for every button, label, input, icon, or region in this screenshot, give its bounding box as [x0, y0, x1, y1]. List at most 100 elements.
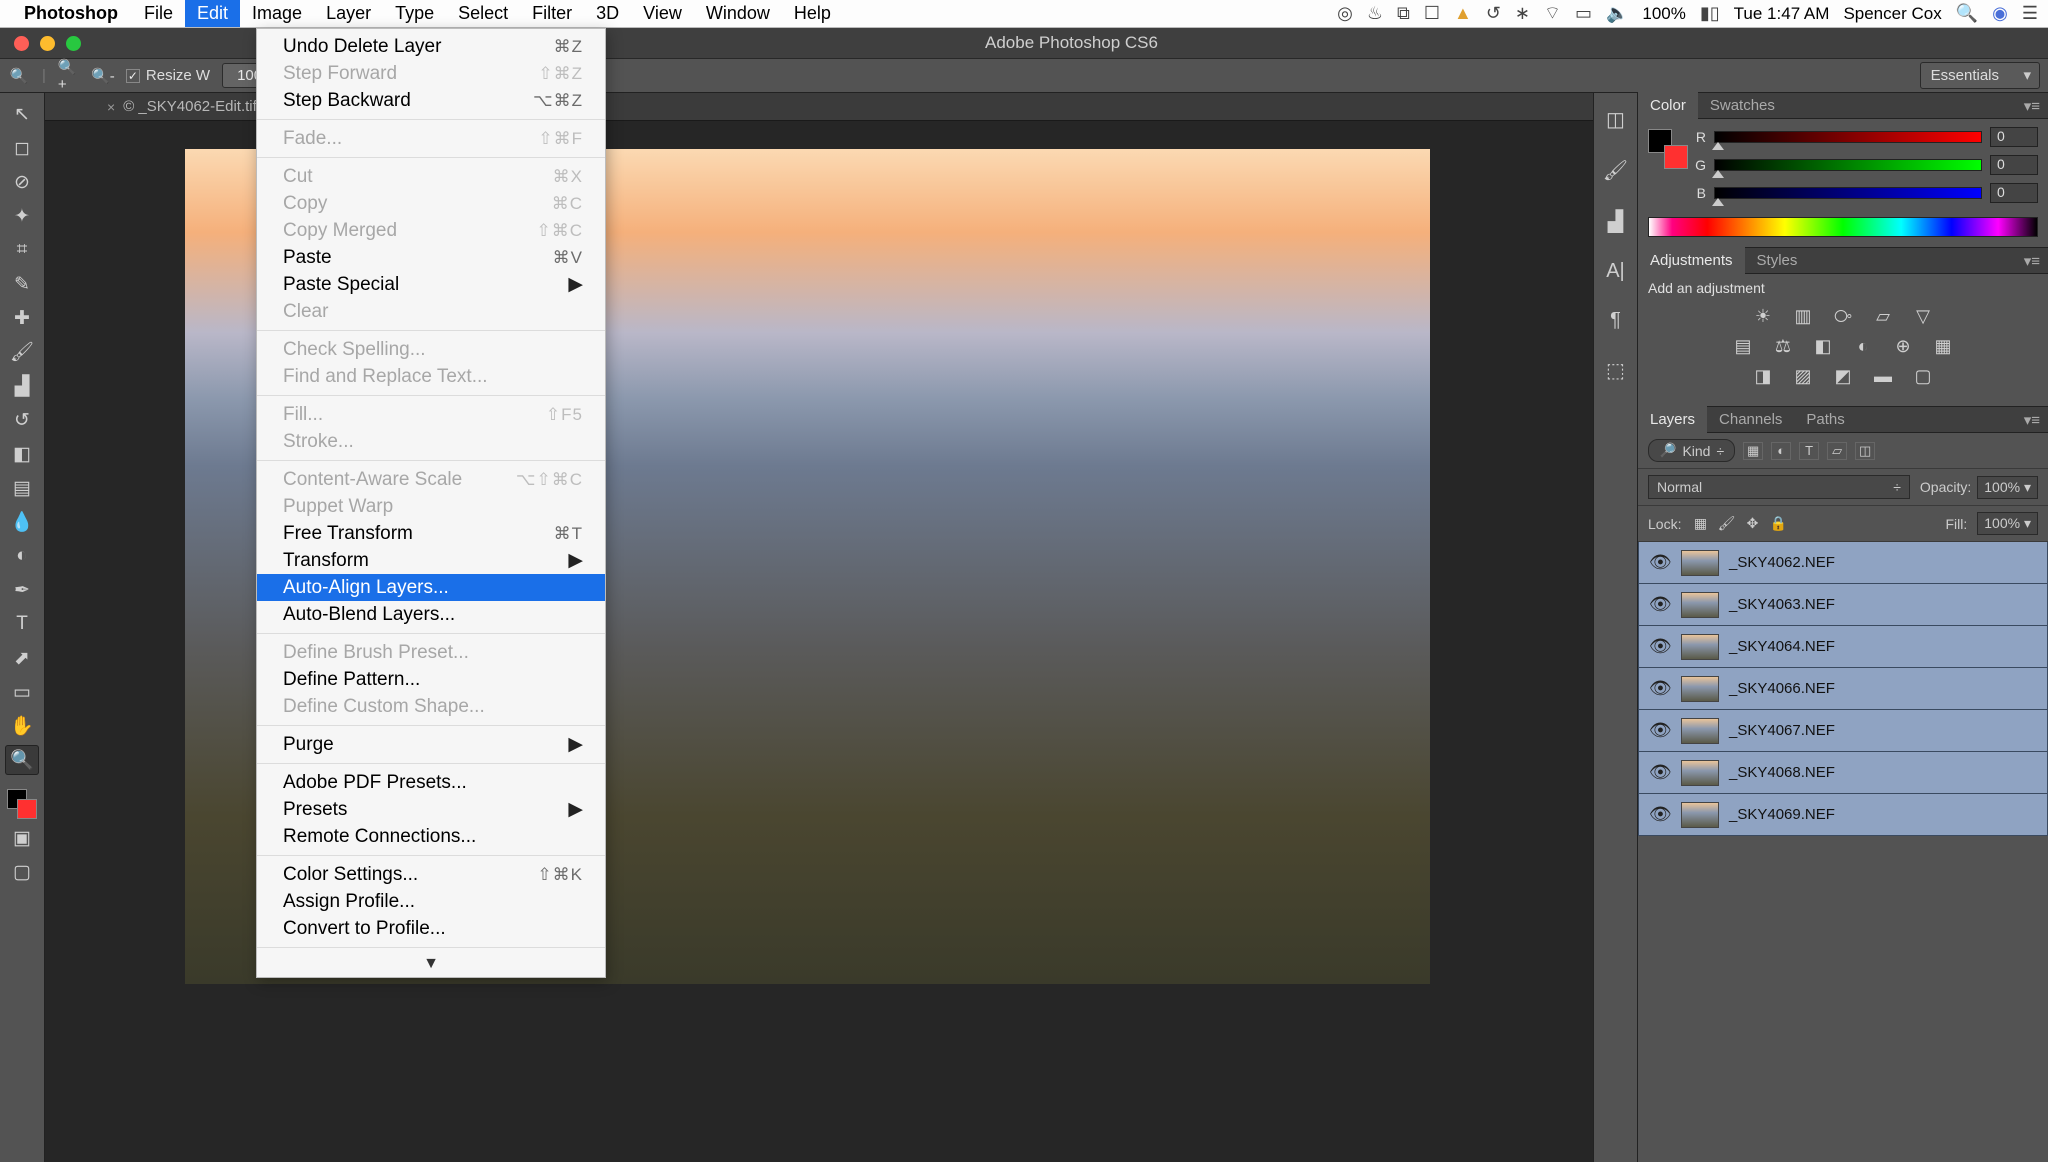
menu-window[interactable]: Window	[694, 0, 782, 27]
exposure-icon[interactable]: ▱	[1871, 304, 1895, 328]
g-value[interactable]: 0	[1990, 155, 2038, 175]
zoom-out-icon[interactable]: 🔍-	[92, 65, 114, 87]
menu-item[interactable]: Paste⌘V	[257, 244, 605, 271]
zoom-window-button[interactable]	[66, 36, 81, 51]
brush-panel-icon[interactable]: 🖌	[1603, 158, 1628, 183]
menu-view[interactable]: View	[631, 0, 694, 27]
zoom-tool-icon[interactable]: 🔍	[5, 745, 39, 775]
visibility-icon[interactable]: 👁	[1649, 678, 1671, 699]
clock-text[interactable]: Tue 1:47 AM	[1734, 4, 1830, 24]
layer-row[interactable]: 👁 _SKY4066.NEF	[1638, 668, 2048, 710]
lasso-tool-icon[interactable]: ⊘	[5, 167, 39, 197]
app-icon[interactable]: ☐	[1424, 3, 1440, 24]
resize-check[interactable]: ✓Resize W	[126, 67, 210, 84]
curves-icon[interactable]: ⧂	[1831, 304, 1855, 328]
opacity-field[interactable]: 100% ▾	[1977, 476, 2038, 499]
bw-icon[interactable]: ◧	[1811, 334, 1835, 358]
gradient-map-icon[interactable]: ▬	[1871, 364, 1895, 388]
menu-select[interactable]: Select	[446, 0, 520, 27]
photo-filter-icon[interactable]: ◐	[1851, 334, 1875, 358]
layer-name[interactable]: _SKY4067.NEF	[1729, 722, 2037, 739]
color-spectrum[interactable]	[1648, 217, 2038, 237]
menu-item[interactable]: Step Backward⌥⌘Z	[257, 87, 605, 114]
layer-thumbnail[interactable]	[1681, 592, 1719, 618]
visibility-icon[interactable]: 👁	[1649, 762, 1671, 783]
lock-transparent-icon[interactable]: ▦	[1691, 515, 1709, 533]
layer-row[interactable]: 👁 _SKY4062.NEF	[1638, 542, 2048, 584]
menu-item[interactable]: Convert to Profile...	[257, 915, 605, 942]
hue-icon[interactable]: ▤	[1731, 334, 1755, 358]
r-slider[interactable]	[1714, 131, 1982, 143]
filter-kind-dropdown[interactable]: 🔎Kind ÷	[1648, 439, 1735, 462]
type-tool-icon[interactable]: T	[5, 609, 39, 639]
layer-name[interactable]: _SKY4066.NEF	[1729, 680, 2037, 697]
spotlight-icon[interactable]: 🔍	[1956, 3, 1978, 24]
vibrance-icon[interactable]: ▽	[1911, 304, 1935, 328]
lock-pixels-icon[interactable]: 🖌	[1717, 515, 1735, 533]
brush-tool-icon[interactable]: 🖌	[5, 337, 39, 367]
layer-name[interactable]: _SKY4069.NEF	[1729, 806, 2037, 823]
filter-type-icon[interactable]: T	[1799, 442, 1819, 460]
3d-icon[interactable]: ⬚	[1606, 358, 1625, 383]
history-icon[interactable]: ◫	[1606, 107, 1625, 132]
battery-text[interactable]: 100%	[1642, 4, 1685, 24]
menu-edit[interactable]: Edit	[185, 0, 240, 27]
layer-thumbnail[interactable]	[1681, 550, 1719, 576]
cc-icon[interactable]: ◎	[1337, 3, 1353, 24]
menu-layer[interactable]: Layer	[314, 0, 383, 27]
menu-scroll-down-icon[interactable]: ▼	[257, 953, 605, 977]
visibility-icon[interactable]: 👁	[1649, 552, 1671, 573]
pen-tool-icon[interactable]: ✒	[5, 575, 39, 605]
tab-adjustments[interactable]: Adjustments	[1638, 247, 1745, 274]
stamp-tool-icon[interactable]: ▟	[5, 371, 39, 401]
timemachine-icon[interactable]: ↺	[1486, 3, 1501, 24]
menu-type[interactable]: Type	[383, 0, 446, 27]
g-slider[interactable]	[1714, 159, 1982, 171]
healing-tool-icon[interactable]: ✚	[5, 303, 39, 333]
menu-item[interactable]: Define Pattern...	[257, 666, 605, 693]
brightness-icon[interactable]: ☀	[1751, 304, 1775, 328]
layer-row[interactable]: 👁 _SKY4067.NEF	[1638, 710, 2048, 752]
menu-item[interactable]: Auto-Align Layers...	[257, 574, 605, 601]
layer-name[interactable]: _SKY4063.NEF	[1729, 596, 2037, 613]
clone-panel-icon[interactable]: ▟	[1608, 209, 1623, 234]
layer-row[interactable]: 👁 _SKY4069.NEF	[1638, 794, 2048, 836]
dodge-tool-icon[interactable]: ◐	[5, 541, 39, 571]
lut-icon[interactable]: ▦	[1931, 334, 1955, 358]
workspace-dropdown[interactable]: Essentials	[1920, 62, 2040, 89]
menu-item[interactable]: Remote Connections...	[257, 823, 605, 850]
gradient-tool-icon[interactable]: ▤	[5, 473, 39, 503]
siri-icon[interactable]: ◉	[1992, 3, 2008, 24]
tab-styles[interactable]: Styles	[1745, 247, 1810, 274]
visibility-icon[interactable]: 👁	[1649, 636, 1671, 657]
lock-all-icon[interactable]: 🔒	[1769, 515, 1787, 533]
magic-wand-tool-icon[interactable]: ✦	[5, 201, 39, 231]
layer-name[interactable]: _SKY4062.NEF	[1729, 554, 2037, 571]
dropbox-icon[interactable]: ⧉	[1397, 3, 1410, 24]
paragraph-icon[interactable]: ¶	[1610, 309, 1621, 332]
tab-swatches[interactable]: Swatches	[1698, 92, 1787, 119]
panel-menu-icon[interactable]: ▾≡	[2016, 252, 2048, 270]
battery-icon[interactable]: ▮▯	[1700, 3, 1720, 24]
menu-item[interactable]: Purge▶	[257, 731, 605, 758]
b-value[interactable]: 0	[1990, 183, 2038, 203]
panel-menu-icon[interactable]: ▾≡	[2016, 411, 2048, 429]
menu-item[interactable]: Transform▶	[257, 547, 605, 574]
bluetooth-icon[interactable]: ∗	[1515, 3, 1530, 24]
menu-file[interactable]: File	[132, 0, 185, 27]
user-text[interactable]: Spencer Cox	[1843, 4, 1941, 24]
volume-icon[interactable]: 🔈	[1606, 3, 1628, 24]
marquee-tool-icon[interactable]: ◻	[5, 133, 39, 163]
notification-icon[interactable]: ☰	[2022, 3, 2038, 24]
menu-image[interactable]: Image	[240, 0, 314, 27]
move-tool-icon[interactable]: ↖	[5, 99, 39, 129]
color-swatch[interactable]	[7, 789, 37, 819]
menu-item[interactable]: Undo Delete Layer⌘Z	[257, 33, 605, 60]
layer-row[interactable]: 👁_SKY4063.NEF	[1638, 584, 2048, 626]
levels-icon[interactable]: ▥	[1791, 304, 1815, 328]
threshold-icon[interactable]: ◩	[1831, 364, 1855, 388]
visibility-icon[interactable]: 👁	[1649, 804, 1671, 825]
visibility-icon[interactable]: 👁	[1649, 720, 1671, 741]
layer-row[interactable]: 👁_SKY4064.NEF	[1638, 626, 2048, 668]
menu-item[interactable]: Assign Profile...	[257, 888, 605, 915]
